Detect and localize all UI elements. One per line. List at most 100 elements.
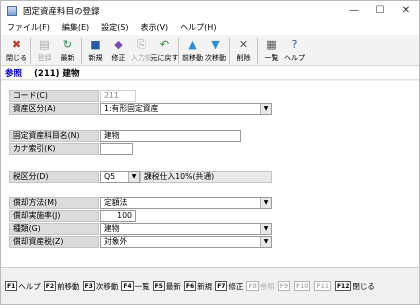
delete-icon: ✕ xyxy=(238,38,249,51)
toolbar-button-label: 次移動 xyxy=(205,54,226,62)
toolbar-button-help[interactable]: ? ヘルプ xyxy=(283,35,306,66)
revert-icon: ↶ xyxy=(159,38,170,51)
kana-index-label: カナ索引(K) xyxy=(9,143,99,155)
fkey-f4[interactable]: F4 一覧 xyxy=(121,281,150,292)
fkey-f12[interactable]: F12 閉じる xyxy=(334,281,375,292)
fkey-badge: F8 xyxy=(246,281,259,291)
toolbar-button-label: 元に戻す xyxy=(150,54,179,62)
fkey-badge: F10 xyxy=(294,281,311,291)
fkey-label: 次移動 xyxy=(95,281,119,291)
close-window-button[interactable]: ✕ xyxy=(393,1,419,20)
minimize-button[interactable]: — xyxy=(341,1,367,20)
depreciable-asset-tax-label: 償却資産税(Z) xyxy=(9,236,99,248)
toolbar-button-delete[interactable]: ✕ 削除 xyxy=(232,35,255,66)
toolbar-button-label: 新規 xyxy=(88,54,103,62)
toolbar-separator xyxy=(257,38,258,64)
toolbar-button-close-doc[interactable]: ✖ 閉じる xyxy=(5,35,28,66)
code-field: 211 xyxy=(100,90,136,102)
toolbar-button-label: 登録 xyxy=(37,54,52,62)
kind-select[interactable]: 建物 ▼ xyxy=(100,223,272,235)
record-title: (211) 建物 xyxy=(34,68,80,79)
toolbar-button-refresh[interactable]: ↻ 最新 xyxy=(56,35,79,66)
list-icon: ▦ xyxy=(266,38,277,51)
fkey-f3[interactable]: F3 次移動 xyxy=(82,281,119,292)
fkey-f2[interactable]: F2 前移動 xyxy=(43,281,80,292)
fkey-badge: F12 xyxy=(334,281,352,291)
asset-account-form: コード(C) 211 資産区分(A) 1:有形固定資産 ▼ 固定資産科目名(N)… xyxy=(1,81,419,267)
kana-index-input[interactable] xyxy=(100,143,133,155)
menu-file[interactable]: ファイル(F) xyxy=(7,22,50,33)
depreciation-rate-label: 償却実施率(J) xyxy=(9,210,99,222)
tax-class-description: 課税仕入10%(共通) xyxy=(140,171,272,183)
undo-input-icon: ⎘ xyxy=(137,38,146,51)
toolbar-button-new[interactable]: ■ 新規 xyxy=(84,35,107,66)
toolbar-button-label: 最新 xyxy=(60,54,75,62)
window-title: 固定資産科目の登録 xyxy=(23,6,100,17)
fkey-f6[interactable]: F6 新規 xyxy=(183,281,213,292)
toolbar-button-revert[interactable]: ↶ 元に戻す xyxy=(150,35,179,66)
depreciation-method-label: 償却方法(M) xyxy=(9,197,99,209)
kind-value: 建物 xyxy=(104,224,120,233)
title-bar: 固定資産科目の登録 — ☐ ✕ xyxy=(1,1,419,20)
toolbar-button-label: 入力前 xyxy=(131,54,152,62)
toolbar-button-label: 削除 xyxy=(236,54,251,62)
toolbar-button-label: 前移動 xyxy=(182,54,203,62)
tax-class-code: Q5 xyxy=(104,172,116,181)
asset-class-select[interactable]: 1:有形固定資産 ▼ xyxy=(100,103,272,115)
depreciable-asset-tax-value: 対象外 xyxy=(104,237,128,246)
help-icon: ? xyxy=(291,38,298,51)
tax-class-select[interactable]: Q5 ▼ xyxy=(100,171,140,183)
fkey-f11: F11 xyxy=(314,281,331,291)
menu-view[interactable]: 表示(V) xyxy=(140,22,168,33)
fkey-label: ヘルプ xyxy=(18,281,41,291)
chevron-down-icon[interactable]: ▼ xyxy=(260,237,271,247)
new-icon: ■ xyxy=(90,38,101,51)
fkey-badge: F7 xyxy=(215,281,228,291)
asset-class-value: 1:有形固定資産 xyxy=(104,104,159,113)
maximize-button[interactable]: ☐ xyxy=(367,1,393,20)
refresh-icon: ↻ xyxy=(62,38,73,51)
fkey-label: 閉じる xyxy=(352,281,375,291)
depreciation-rate-input[interactable]: 100 xyxy=(100,210,136,222)
fkey-badge: F1 xyxy=(5,281,18,291)
fkey-f7[interactable]: F7 修正 xyxy=(215,281,243,292)
toolbar-button-edit[interactable]: ◆ 修正 xyxy=(107,35,130,66)
fkey-label: 修正 xyxy=(228,281,244,291)
menu-edit[interactable]: 編集(E) xyxy=(62,22,89,33)
fkey-label: 前移動 xyxy=(57,281,80,291)
fkey-label: 参照 xyxy=(259,281,275,291)
fkey-badge: F11 xyxy=(314,281,331,291)
fkey-f1[interactable]: F1 ヘルプ xyxy=(5,281,41,292)
toolbar-separator xyxy=(30,38,31,64)
toolbar-button-up-arrow[interactable]: ▲ 前移動 xyxy=(181,35,204,66)
edit-icon: ◆ xyxy=(114,38,123,51)
menu-help[interactable]: ヘルプ(H) xyxy=(180,22,216,33)
fkey-f10: F10 xyxy=(294,281,311,291)
fkey-badge: F4 xyxy=(121,281,134,291)
toolbar-button-list[interactable]: ▦ 一覧 xyxy=(260,35,283,66)
account-name-input[interactable]: 建物 xyxy=(100,130,241,142)
register-icon: ▤ xyxy=(39,38,50,51)
function-key-bar: F1 ヘルプ F2 前移動 F3 次移動 F4 一覧 F5 最新 F6 新規 F7 修正 F8 参照 F9 F10… xyxy=(1,267,419,304)
window-controls: — ☐ ✕ xyxy=(341,1,419,20)
fkey-badge: F9 xyxy=(277,281,291,291)
depreciable-asset-tax-select[interactable]: 対象外 ▼ xyxy=(100,236,272,248)
fkey-badge: F3 xyxy=(82,281,95,291)
tax-class-label: 税区分(D) xyxy=(9,171,99,183)
chevron-down-icon[interactable]: ▼ xyxy=(260,104,271,114)
fkey-label: 新規 xyxy=(197,281,213,291)
toolbar: ✖ 閉じる ▤ 登録 ↻ 最新 ■ 新規 ◆ 修正 ⎘ 入力前 ↶ 元に戻す ▲ 前移動 ▼ 次移動 ✕ 削除 ▦ 一覧?… xyxy=(1,35,419,66)
chevron-down-icon[interactable]: ▼ xyxy=(260,198,271,208)
toolbar-button-label: 閉じる xyxy=(6,54,27,62)
fkey-label: 最新 xyxy=(165,281,181,291)
kind-label: 種類(G) xyxy=(9,223,99,235)
depreciation-method-select[interactable]: 定額法 ▼ xyxy=(100,197,272,209)
toolbar-button-down-arrow[interactable]: ▼ 次移動 xyxy=(204,35,227,66)
chevron-down-icon[interactable]: ▼ xyxy=(260,224,271,234)
chevron-down-icon[interactable]: ▼ xyxy=(128,172,139,182)
toolbar-button-label: ヘルプ xyxy=(284,54,305,62)
fkey-f5[interactable]: F5 最新 xyxy=(152,281,181,292)
asset-class-label: 資産区分(A) xyxy=(9,103,99,115)
down-arrow-icon: ▼ xyxy=(211,38,220,51)
menu-settings[interactable]: 設定(S) xyxy=(101,22,128,33)
